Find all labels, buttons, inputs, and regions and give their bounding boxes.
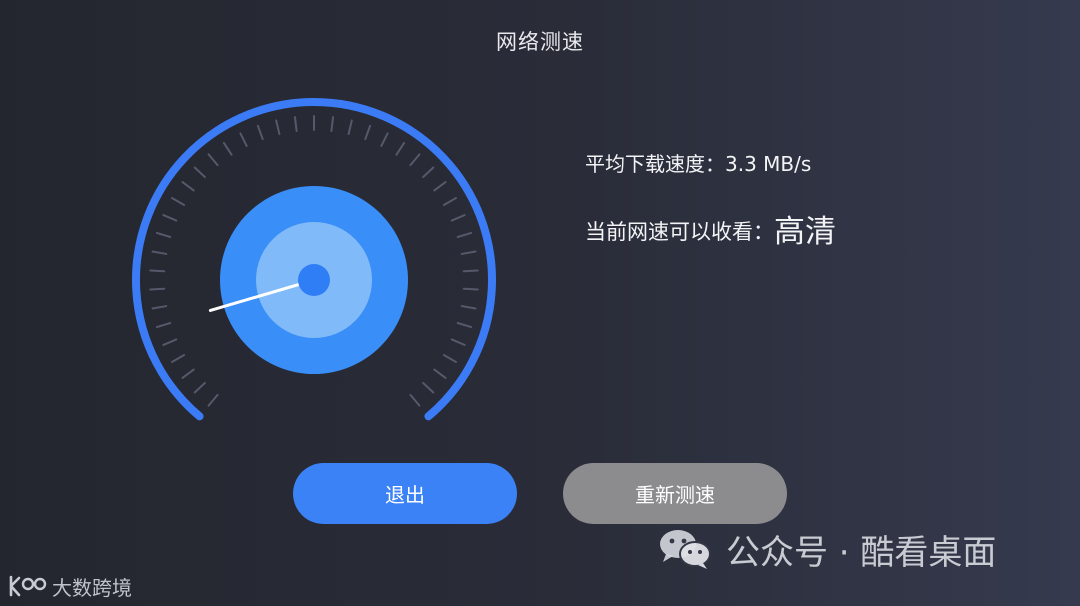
- gauge-tick: [433, 368, 447, 379]
- gauge-tick: [181, 368, 195, 379]
- gauge-tick: [207, 153, 219, 167]
- gauge-tick: [162, 214, 178, 222]
- wechat-watermark: 公众号 · 酷看桌面: [658, 524, 996, 574]
- gauge-tick: [275, 119, 281, 136]
- retest-button[interactable]: 重新测速: [563, 463, 787, 524]
- gauge-tick: [207, 393, 219, 407]
- gauge-tick: [181, 181, 195, 192]
- watchable-quality: 当前网速可以收看：高清: [585, 206, 836, 251]
- gauge-tick: [422, 381, 435, 394]
- brand-text: 大数跨境: [52, 575, 132, 600]
- gauge-tick: [409, 153, 421, 167]
- speed-gauge: [132, 98, 496, 421]
- avg-download-speed-label: 平均下载速度：: [585, 152, 725, 176]
- brand-watermark: 大数跨境: [8, 572, 132, 600]
- gauge-tick: [456, 322, 473, 329]
- gauge-tick: [395, 141, 406, 156]
- gauge-tick: [347, 119, 353, 136]
- wechat-icon: [660, 530, 711, 569]
- gauge-tick: [442, 354, 458, 363]
- gauge-tick: [330, 116, 335, 133]
- gauge-tick: [222, 141, 233, 156]
- gauge-tick: [151, 250, 168, 255]
- watchable-quality-value: 高清: [774, 214, 836, 250]
- gauge-tick: [256, 124, 264, 141]
- gauge-tick: [170, 197, 186, 206]
- exit-button-label: 退出: [385, 483, 425, 507]
- gauge-tick: [162, 338, 178, 346]
- gauge-tick: [422, 166, 435, 179]
- gauge-tick: [364, 124, 372, 141]
- gauge-tick: [170, 354, 186, 363]
- watermark-text: 公众号 · 酷看桌面: [726, 532, 997, 573]
- watchable-quality-label: 当前网速可以收看：: [585, 220, 774, 244]
- gauge-tick: [293, 116, 298, 133]
- avg-download-speed: 平均下载速度：3.3 MB/s: [585, 148, 811, 177]
- gauge-tick: [193, 166, 206, 179]
- gauge-tick: [155, 231, 172, 238]
- gauge-tick: [462, 287, 479, 291]
- gauge-tick: [151, 305, 168, 310]
- gauge-tick: [450, 338, 466, 346]
- gauge-tick: [239, 132, 248, 147]
- gauge-tick: [380, 132, 389, 147]
- avg-download-speed-value: 3.3 MB/s: [725, 152, 812, 176]
- gauge-tick: [460, 250, 477, 255]
- gauge-tick: [456, 231, 473, 238]
- gauge-tick: [442, 197, 458, 206]
- retest-button-label: 重新测速: [635, 483, 715, 507]
- gauge-tick: [149, 287, 166, 291]
- gauge-tick: [450, 214, 466, 222]
- gauge-tick: [193, 381, 206, 394]
- brand-logo: [9, 575, 47, 597]
- gauge-tick: [460, 305, 477, 310]
- exit-button[interactable]: 退出: [293, 463, 517, 524]
- gauge-tick: [433, 181, 447, 192]
- gauge-tick: [155, 322, 172, 329]
- gauge-hub: [298, 264, 330, 296]
- gauge-tick: [149, 269, 166, 273]
- speed-info: 平均下载速度：3.3 MB/s 当前网速可以收看：高清: [585, 0, 1045, 300]
- gauge-tick: [409, 393, 421, 407]
- gauge-tick: [462, 269, 479, 273]
